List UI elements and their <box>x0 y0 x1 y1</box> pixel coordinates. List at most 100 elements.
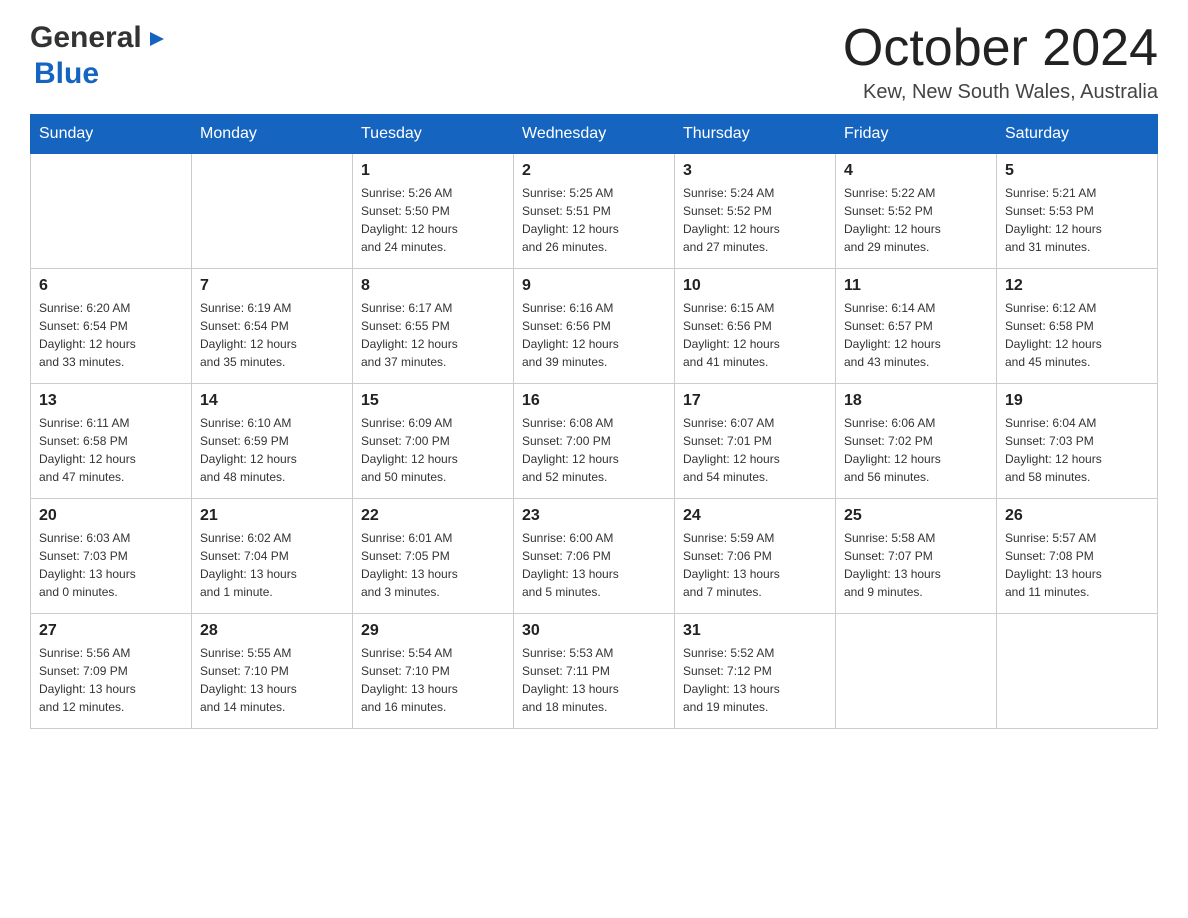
calendar-cell: 11 Sunrise: 6:14 AMSunset: 6:57 PMDayligh… <box>836 269 997 384</box>
day-info: Sunrise: 6:08 AMSunset: 7:00 PMDaylight:… <box>522 414 666 486</box>
day-info: Sunrise: 6:19 AMSunset: 6:54 PMDaylight:… <box>200 299 344 371</box>
calendar-cell: 26 Sunrise: 5:57 AMSunset: 7:08 PMDayligh… <box>997 499 1158 614</box>
day-number: 24 <box>683 507 827 525</box>
day-number: 31 <box>683 622 827 640</box>
month-title: October 2024 <box>843 20 1158 77</box>
day-info: Sunrise: 6:14 AMSunset: 6:57 PMDaylight:… <box>844 299 988 371</box>
calendar-cell: 19Sunrise: 6:04 AMSunset: 7:03 PMDayligh… <box>997 384 1158 499</box>
calendar-cell: 4Sunrise: 5:22 AMSunset: 5:52 PMDaylight… <box>836 154 997 269</box>
day-number: 25 <box>844 507 988 525</box>
day-number: 6 <box>39 277 183 295</box>
day-info: Sunrise: 5:25 AMSunset: 5:51 PMDaylight:… <box>522 184 666 256</box>
day-number: 14 <box>200 392 344 410</box>
calendar-cell <box>836 614 997 729</box>
day-number: 28 <box>200 622 344 640</box>
day-number: 27 <box>39 622 183 640</box>
calendar-cell: 18Sunrise: 6:06 AMSunset: 7:02 PMDayligh… <box>836 384 997 499</box>
calendar-cell: 10 Sunrise: 6:15 AMSunset: 6:56 PMDayligh… <box>675 269 836 384</box>
calendar-header-row: SundayMondayTuesdayWednesdayThursdayFrid… <box>31 115 1158 154</box>
day-info: Sunrise: 6:09 AMSunset: 7:00 PMDaylight:… <box>361 414 505 486</box>
day-info: Sunrise: 5:59 AMSunset: 7:06 PMDaylight:… <box>683 529 827 601</box>
day-number: 12 <box>1005 277 1149 295</box>
header-thursday: Thursday <box>675 115 836 154</box>
day-info: Sunrise: 5:21 AMSunset: 5:53 PMDaylight:… <box>1005 184 1149 256</box>
week-row-1: 1Sunrise: 5:26 AMSunset: 5:50 PMDaylight… <box>31 154 1158 269</box>
calendar-cell: 8 Sunrise: 6:17 AMSunset: 6:55 PMDaylight… <box>353 269 514 384</box>
day-info: Sunrise: 5:53 AMSunset: 7:11 PMDaylight:… <box>522 644 666 716</box>
day-info: Sunrise: 5:58 AMSunset: 7:07 PMDaylight:… <box>844 529 988 601</box>
day-number: 11 <box>844 277 988 295</box>
day-info: Sunrise: 5:22 AMSunset: 5:52 PMDaylight:… <box>844 184 988 256</box>
calendar-cell: 13 Sunrise: 6:11 AMSunset: 6:58 PMDayligh… <box>31 384 192 499</box>
day-number: 9 <box>522 277 666 295</box>
day-info: Sunrise: 5:57 AMSunset: 7:08 PMDaylight:… <box>1005 529 1149 601</box>
day-number: 20 <box>39 507 183 525</box>
header-saturday: Saturday <box>997 115 1158 154</box>
day-number: 5 <box>1005 162 1149 180</box>
week-row-5: 27 Sunrise: 5:56 AMSunset: 7:09 PMDayligh… <box>31 614 1158 729</box>
header-tuesday: Tuesday <box>353 115 514 154</box>
day-number: 13 <box>39 392 183 410</box>
logo-triangle-icon <box>144 28 166 50</box>
calendar-cell: 31Sunrise: 5:52 AMSunset: 7:12 PMDayligh… <box>675 614 836 729</box>
calendar-cell: 15 Sunrise: 6:09 AMSunset: 7:00 PMDayligh… <box>353 384 514 499</box>
day-info: Sunrise: 5:26 AMSunset: 5:50 PMDaylight:… <box>361 184 505 256</box>
logo-general-text: General <box>30 20 142 56</box>
calendar-cell <box>31 154 192 269</box>
calendar-cell: 30Sunrise: 5:53 AMSunset: 7:11 PMDayligh… <box>514 614 675 729</box>
day-info: Sunrise: 5:56 AMSunset: 7:09 PMDaylight:… <box>39 644 183 716</box>
day-info: Sunrise: 5:54 AMSunset: 7:10 PMDaylight:… <box>361 644 505 716</box>
day-info: Sunrise: 6:02 AMSunset: 7:04 PMDaylight:… <box>200 529 344 601</box>
calendar-cell: 14 Sunrise: 6:10 AMSunset: 6:59 PMDayligh… <box>192 384 353 499</box>
day-info: Sunrise: 6:00 AMSunset: 7:06 PMDaylight:… <box>522 529 666 601</box>
day-number: 2 <box>522 162 666 180</box>
day-info: Sunrise: 6:20 AMSunset: 6:54 PMDaylight:… <box>39 299 183 371</box>
day-info: Sunrise: 6:17 AMSunset: 6:55 PMDaylight:… <box>361 299 505 371</box>
day-number: 7 <box>200 277 344 295</box>
calendar-cell: 21 Sunrise: 6:02 AMSunset: 7:04 PMDayligh… <box>192 499 353 614</box>
calendar-cell: 28Sunrise: 5:55 AMSunset: 7:10 PMDayligh… <box>192 614 353 729</box>
header-friday: Friday <box>836 115 997 154</box>
day-number: 8 <box>361 277 505 295</box>
day-number: 10 <box>683 277 827 295</box>
day-number: 15 <box>361 392 505 410</box>
day-info: Sunrise: 6:03 AMSunset: 7:03 PMDaylight:… <box>39 529 183 601</box>
calendar-cell: 25 Sunrise: 5:58 AMSunset: 7:07 PMDayligh… <box>836 499 997 614</box>
day-info: Sunrise: 5:24 AMSunset: 5:52 PMDaylight:… <box>683 184 827 256</box>
day-number: 21 <box>200 507 344 525</box>
day-number: 23 <box>522 507 666 525</box>
day-number: 26 <box>1005 507 1149 525</box>
calendar-cell: 16 Sunrise: 6:08 AMSunset: 7:00 PMDayligh… <box>514 384 675 499</box>
header: General Blue October 2024 Kew, New South… <box>30 20 1158 104</box>
title-area: October 2024 Kew, New South Wales, Austr… <box>843 20 1158 104</box>
logo-blue-text: Blue <box>34 57 99 90</box>
day-info: Sunrise: 6:07 AMSunset: 7:01 PMDaylight:… <box>683 414 827 486</box>
calendar-cell: 7 Sunrise: 6:19 AMSunset: 6:54 PMDaylight… <box>192 269 353 384</box>
day-number: 18 <box>844 392 988 410</box>
calendar-cell: 20 Sunrise: 6:03 AMSunset: 7:03 PMDayligh… <box>31 499 192 614</box>
day-info: Sunrise: 6:12 AMSunset: 6:58 PMDaylight:… <box>1005 299 1149 371</box>
calendar-cell: 27 Sunrise: 5:56 AMSunset: 7:09 PMDayligh… <box>31 614 192 729</box>
calendar-cell: 3 Sunrise: 5:24 AMSunset: 5:52 PMDaylight… <box>675 154 836 269</box>
day-info: Sunrise: 6:11 AMSunset: 6:58 PMDaylight:… <box>39 414 183 486</box>
day-info: Sunrise: 6:01 AMSunset: 7:05 PMDaylight:… <box>361 529 505 601</box>
week-row-4: 20 Sunrise: 6:03 AMSunset: 7:03 PMDayligh… <box>31 499 1158 614</box>
calendar-cell: 5 Sunrise: 5:21 AMSunset: 5:53 PMDaylight… <box>997 154 1158 269</box>
day-number: 16 <box>522 392 666 410</box>
header-wednesday: Wednesday <box>514 115 675 154</box>
calendar-cell: 29 Sunrise: 5:54 AMSunset: 7:10 PMDayligh… <box>353 614 514 729</box>
calendar-cell: 17Sunrise: 6:07 AMSunset: 7:01 PMDayligh… <box>675 384 836 499</box>
calendar-cell: 2 Sunrise: 5:25 AMSunset: 5:51 PMDaylight… <box>514 154 675 269</box>
day-info: Sunrise: 6:16 AMSunset: 6:56 PMDaylight:… <box>522 299 666 371</box>
day-info: Sunrise: 6:10 AMSunset: 6:59 PMDaylight:… <box>200 414 344 486</box>
calendar-cell: 23 Sunrise: 6:00 AMSunset: 7:06 PMDayligh… <box>514 499 675 614</box>
calendar-cell: 12 Sunrise: 6:12 AMSunset: 6:58 PMDayligh… <box>997 269 1158 384</box>
day-number: 19 <box>1005 392 1149 410</box>
calendar-cell: 1Sunrise: 5:26 AMSunset: 5:50 PMDaylight… <box>353 154 514 269</box>
day-number: 29 <box>361 622 505 640</box>
day-number: 22 <box>361 507 505 525</box>
calendar-cell <box>192 154 353 269</box>
day-number: 3 <box>683 162 827 180</box>
week-row-3: 13 Sunrise: 6:11 AMSunset: 6:58 PMDayligh… <box>31 384 1158 499</box>
day-info: Sunrise: 6:15 AMSunset: 6:56 PMDaylight:… <box>683 299 827 371</box>
